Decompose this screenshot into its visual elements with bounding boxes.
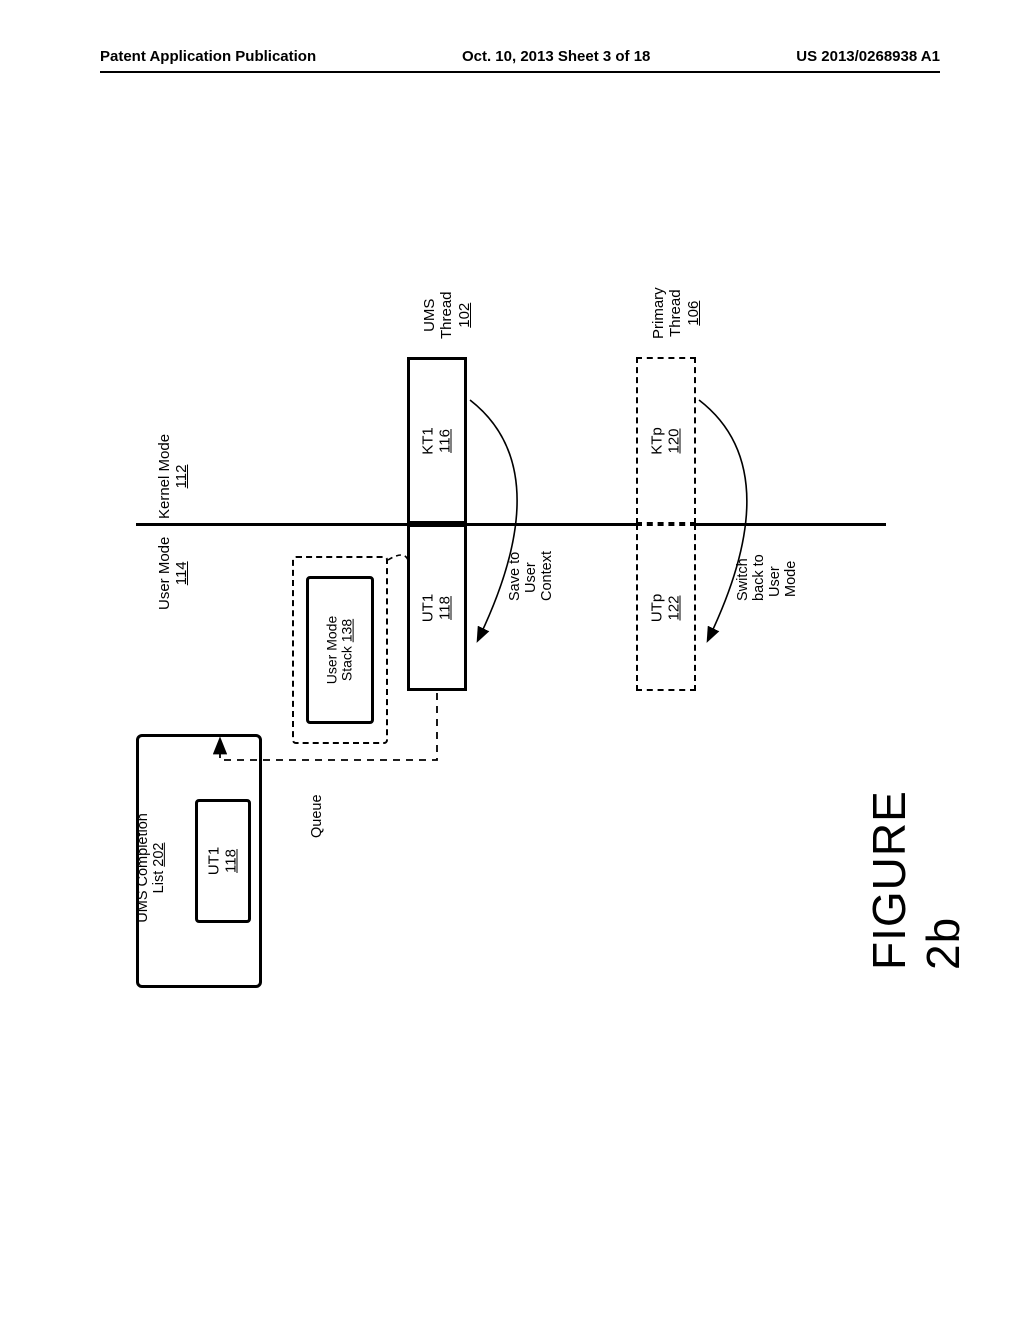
arrow-switch-back [699,400,747,640]
completion-list-box: UMS Completion List 202 UT1 118 [136,734,262,988]
user-stack-label: User Mode Stack 138 [325,616,356,684]
annotation-queue: Queue [310,794,326,838]
ums-thread-title: UMS Thread 102 [421,291,473,339]
primary-ut-box: UTp 122 [636,524,696,691]
primary-kt-label: KTp 120 [650,427,683,455]
ums-kt-label: KT1 116 [421,427,454,455]
user-stack-box: User Mode Stack 138 [306,576,374,724]
completion-list-label: UMS Completion List 202 [136,813,168,923]
annotation-save-context: Save to User Context [508,551,556,601]
ums-ut-label: UT1 118 [421,593,454,621]
arrows-layer [0,0,1024,1320]
primary-ut-label: UTp 122 [650,593,683,621]
diagram: Kernel Mode 112 User Mode 114 UMS Thread… [0,0,1024,1320]
user-mode-label: User Mode 114 [156,537,191,610]
ums-kt-box: KT1 116 [407,357,467,524]
primary-kt-box: KTp 120 [636,357,696,524]
kernel-mode-label: Kernel Mode 112 [156,434,191,519]
figure-label: FIGURE 2b [862,790,970,970]
mode-divider [136,523,886,526]
connector-stack-to-ut [388,555,408,560]
completion-list-item-label: UT1 118 [207,847,240,875]
ums-ut-box: UT1 118 [407,524,467,691]
primary-thread-title: Primary Thread 106 [650,287,702,339]
arrow-save-context [470,400,517,640]
annotation-switch-back: Switch back to User Mode [736,554,800,601]
completion-list-item: UT1 118 [195,799,251,923]
